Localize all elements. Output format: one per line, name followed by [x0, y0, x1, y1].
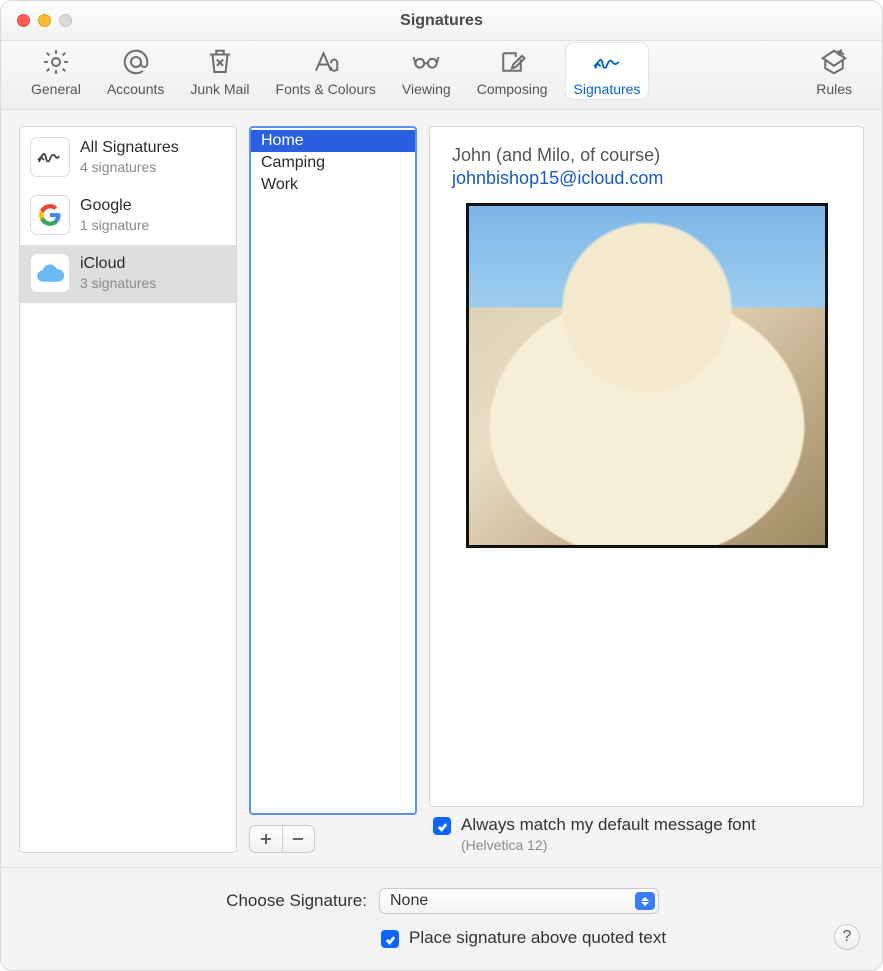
zoom-window-button[interactable]	[59, 14, 72, 27]
preview-email: johnbishop15@icloud.com	[452, 168, 841, 189]
account-name: iCloud	[80, 255, 156, 273]
tab-junk-mail[interactable]: Junk Mail	[182, 43, 257, 99]
account-icloud[interactable]: iCloud 3 signatures	[20, 245, 236, 303]
match-font-checkbox[interactable]	[433, 817, 451, 835]
close-window-button[interactable]	[17, 14, 30, 27]
account-all-signatures[interactable]: All Signatures 4 signatures	[20, 129, 236, 187]
tab-label: Junk Mail	[190, 81, 249, 97]
tab-label: General	[31, 81, 81, 97]
signature-item-home[interactable]: Home	[251, 130, 415, 152]
choose-signature-row: Choose Signature: None	[25, 888, 858, 914]
signatures-column: Home Camping Work	[249, 126, 417, 853]
tab-composing[interactable]: Composing	[469, 43, 556, 99]
add-remove-control	[249, 825, 315, 853]
preferences-toolbar: General Accounts Junk Mail Fonts & Colou…	[1, 41, 882, 110]
choose-signature-label: Choose Signature:	[25, 891, 367, 911]
glasses-icon	[409, 47, 443, 77]
remove-signature-button[interactable]	[282, 826, 315, 852]
tab-accounts[interactable]: Accounts	[99, 43, 173, 99]
preview-column: John (and Milo, of course) johnbishop15@…	[429, 126, 864, 853]
signature-preview[interactable]: John (and Milo, of course) johnbishop15@…	[429, 126, 864, 807]
account-name: Google	[80, 197, 149, 215]
icloud-icon	[30, 253, 70, 293]
compose-icon	[495, 47, 529, 77]
select-stepper-icon	[635, 892, 655, 910]
tab-label: Composing	[477, 81, 548, 97]
footer: Choose Signature: None Place signature a…	[1, 867, 882, 970]
signatures-preferences-window: Signatures General Accounts Junk Mail F	[0, 0, 883, 971]
font-icon	[309, 47, 343, 77]
account-count: 4 signatures	[80, 159, 179, 175]
choose-signature-select[interactable]: None	[379, 888, 659, 914]
match-font-row: Always match my default message font (He…	[429, 815, 864, 853]
preview-name-line: John (and Milo, of course)	[452, 145, 841, 166]
window-controls	[1, 14, 72, 27]
help-button[interactable]: ?	[834, 924, 860, 950]
account-count: 1 signature	[80, 217, 149, 233]
tab-label: Accounts	[107, 81, 165, 97]
account-google[interactable]: Google 1 signature	[20, 187, 236, 245]
signature-item-work[interactable]: Work	[251, 174, 415, 196]
window-title: Signatures	[1, 12, 882, 30]
match-font-detail: (Helvetica 12)	[461, 837, 756, 853]
main-content: All Signatures 4 signatures Google 1 sig…	[1, 110, 882, 867]
accounts-list: All Signatures 4 signatures Google 1 sig…	[19, 126, 237, 853]
add-signature-button[interactable]	[250, 826, 282, 852]
choose-signature-value: None	[390, 892, 428, 910]
preview-image	[466, 203, 828, 548]
place-above-label: Place signature above quoted text	[409, 928, 666, 948]
tab-label: Signatures	[574, 81, 641, 97]
at-sign-icon	[119, 47, 153, 77]
signature-icon	[30, 137, 70, 177]
rules-icon	[817, 47, 851, 77]
signatures-list[interactable]: Home Camping Work	[249, 126, 417, 815]
tab-rules[interactable]: Rules	[808, 43, 860, 99]
match-font-label: Always match my default message font	[461, 815, 756, 835]
google-icon	[30, 195, 70, 235]
tab-fonts-colours[interactable]: Fonts & Colours	[268, 43, 384, 99]
signature-icon	[590, 47, 624, 77]
account-name: All Signatures	[80, 139, 179, 157]
place-above-row: Place signature above quoted text	[381, 928, 858, 948]
trash-icon	[203, 47, 237, 77]
gear-icon	[39, 47, 73, 77]
tab-label: Rules	[816, 81, 852, 97]
titlebar: Signatures	[1, 1, 882, 41]
tab-label: Viewing	[402, 81, 451, 97]
tab-general[interactable]: General	[23, 43, 89, 99]
tab-label: Fonts & Colours	[276, 81, 376, 97]
signature-item-camping[interactable]: Camping	[251, 152, 415, 174]
tab-viewing[interactable]: Viewing	[394, 43, 459, 99]
tab-signatures[interactable]: Signatures	[566, 43, 649, 99]
account-count: 3 signatures	[80, 275, 156, 291]
place-above-checkbox[interactable]	[381, 930, 399, 948]
minimize-window-button[interactable]	[38, 14, 51, 27]
